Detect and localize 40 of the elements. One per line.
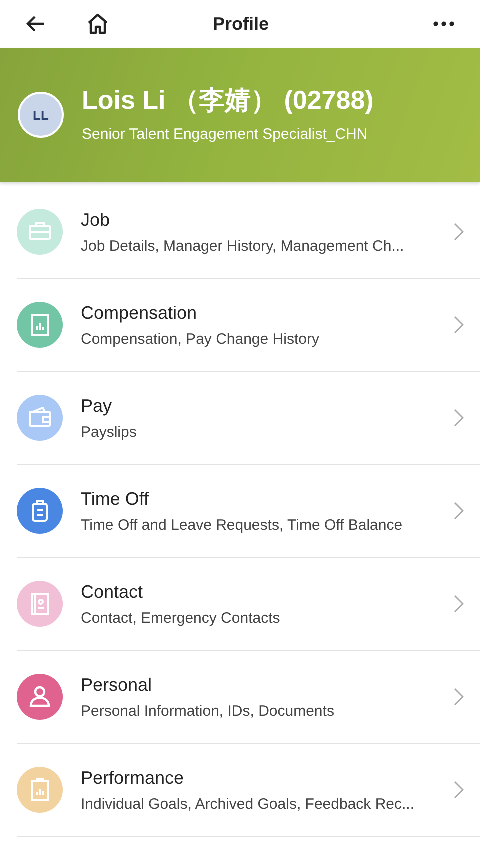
briefcase-icon <box>17 209 63 255</box>
chevron-icon <box>454 595 464 613</box>
person-icon <box>17 674 63 720</box>
item-title: Job <box>81 210 112 230</box>
menu-item[interactable]: Personal Personal Information, IDs, Documents <box>17 651 480 744</box>
item-subtitle: Contact, Emergency Contacts <box>81 610 282 626</box>
item-subtitle: Job Details, Manager History, Management Ch... <box>81 238 406 254</box>
menu-item[interactable]: Pay Payslips <box>17 372 480 465</box>
menu-item[interactable]: Time Off Time Off and Leave Requests, Time Off Balance <box>17 465 480 558</box>
profile-name: Lois Li （李婧） (02788) <box>82 84 374 117</box>
item-title: Personal <box>81 674 154 696</box>
menu-item[interactable]: Performance Individual Goals, Archived Goals, Feedback Rec... <box>17 744 480 837</box>
menu-item[interactable]: Contact Contact, Emergency Contacts <box>17 558 480 651</box>
item-subtitle: Individual Goals, Archived Goals, Feedback Rec... <box>81 796 416 812</box>
item-title: Compensation <box>81 302 198 324</box>
page-title: Profile <box>212 14 270 34</box>
chevron-icon <box>454 688 464 706</box>
chevron-icon <box>454 502 464 520</box>
chart-icon <box>17 302 63 348</box>
chevron-icon <box>454 781 464 799</box>
avatar: LL <box>18 92 64 138</box>
item-title: Performance <box>81 768 186 788</box>
chevron-icon <box>454 223 464 241</box>
item-subtitle: Compensation, Pay Change History <box>81 330 320 348</box>
menu-item[interactable]: Compensation Compensation, Pay Change History <box>17 279 480 372</box>
wallet-icon <box>17 395 63 441</box>
luggage-icon <box>17 488 63 534</box>
home-icon[interactable] <box>86 12 110 36</box>
chevron-icon <box>454 409 464 427</box>
contact-icon <box>17 581 63 627</box>
item-title: Contact <box>81 582 144 602</box>
item-subtitle: Time Off and Leave Requests, Time Off Balance <box>81 516 404 534</box>
item-title: Pay <box>81 396 114 416</box>
clipboard-icon <box>17 767 63 813</box>
item-subtitle: Personal Information, IDs, Documents <box>81 702 336 720</box>
menu-item[interactable]: Job Job Details, Manager History, Management Ch... <box>17 186 480 279</box>
item-subtitle: Payslips <box>81 424 138 440</box>
chevron-icon <box>454 316 464 334</box>
profile-position: Senior Talent Engagement Specialist_CHN <box>82 126 369 143</box>
item-title: Time Off <box>81 488 150 510</box>
